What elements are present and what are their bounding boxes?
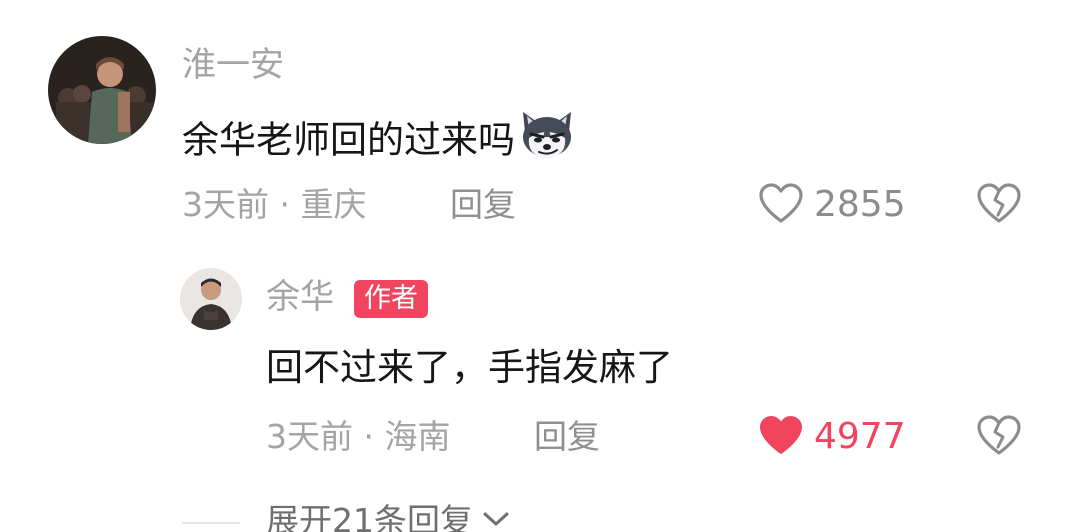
- expand-replies-label: 展开21条回复: [266, 501, 473, 532]
- chevron-down-icon: [481, 509, 511, 532]
- reply-button[interactable]: 回复: [450, 188, 516, 221]
- reply-time-location: 3天前 · 海南: [266, 417, 451, 456]
- comment-thread: 淮一安 余华老师回的过来吗 3天前 · 重庆 回复 2855 余华 作者 回不过…: [0, 0, 1080, 532]
- comment-time-location: 3天前 · 重庆: [182, 185, 367, 224]
- broken-heart-icon: [977, 415, 1021, 455]
- like-button[interactable]: 2855: [758, 182, 906, 228]
- comment-username[interactable]: 淮一安: [182, 48, 284, 82]
- dislike-button[interactable]: [976, 414, 1022, 460]
- reply-username[interactable]: 余华: [266, 280, 334, 314]
- heart-filled-icon: [758, 414, 804, 460]
- expand-replies-button[interactable]: 展开21条回复: [266, 504, 511, 532]
- like-count: 4977: [814, 416, 906, 457]
- broken-heart-icon: [977, 183, 1021, 223]
- divider-line: [182, 522, 240, 524]
- heart-outline-icon: [758, 182, 804, 228]
- comment-text-body: 余华老师回的过来吗: [182, 118, 515, 162]
- like-count: 2855: [814, 184, 906, 225]
- dislike-button[interactable]: [976, 182, 1022, 228]
- reply-button[interactable]: 回复: [534, 420, 600, 453]
- like-button[interactable]: 4977: [758, 414, 906, 460]
- author-badge: 作者: [354, 280, 428, 318]
- husky-emoji-icon: [519, 110, 575, 166]
- reply-text: 回不过来了，手指发麻了: [266, 346, 673, 389]
- reply-avatar[interactable]: [180, 268, 242, 330]
- avatar[interactable]: [48, 36, 156, 144]
- comment-text: 余华老师回的过来吗: [182, 112, 575, 170]
